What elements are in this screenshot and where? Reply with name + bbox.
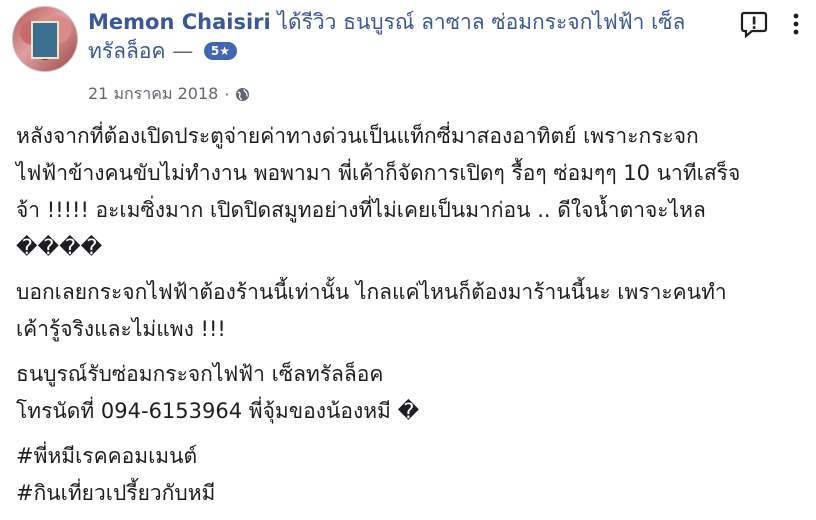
author-avatar[interactable] <box>12 6 78 72</box>
paragraph-2-line: เค้ารู้จริงและไม่แพง !!! <box>16 317 226 341</box>
post-body: หลังจากที่ต้องเปิดประตูจ่ายค่าทางด่วนเป็… <box>16 118 806 520</box>
paragraph-1-line: จ้า !!!!! อะเมซิ่งมาก เปิดปิดสมูทอย่างที… <box>16 198 706 222</box>
globe-icon <box>236 87 250 102</box>
phone-line: โทรนัดที่ 094-6153964 พี่จุ้มของน้องหมี … <box>16 399 420 423</box>
reviewed-page-link-continued[interactable]: ทรัลล็อค <box>88 39 166 63</box>
paragraph-1-line: หลังจากที่ต้องเปิดประตูจ่ายค่าทางด่วนเป็… <box>16 124 699 148</box>
avatar-image-detail <box>31 21 59 59</box>
paragraph-3: ธนบูรณ์รับซ่อมกระจกไฟฟ้า เซ็ลทรัลล็อค โท… <box>16 356 806 430</box>
paragraph-1-line: ไฟฟ้าข้างคนขับไม่ทำงาน พอพามา พี่เค้าก็จ… <box>16 161 741 185</box>
rating-badge: 5★ <box>203 42 238 60</box>
report-icon[interactable] <box>740 10 768 38</box>
paragraph-2: บอกเลยกระจกไฟฟ้าต้องร้านนี้เท่านั้น ไกลแ… <box>16 274 806 348</box>
review-post: Memon Chaisiri ได้รีวิว ธนบูรณ์ ลาซาล ซ่… <box>0 0 816 505</box>
paragraph-1: หลังจากที่ต้องเปิดประตูจ่ายค่าทางด่วนเป็… <box>16 118 806 266</box>
hashtag-link[interactable]: #กินเที่ยวเปรี้ยวกับหมี <box>16 475 806 512</box>
paragraph-1-line: ���� <box>16 235 103 259</box>
rating-dash: — <box>172 39 194 63</box>
post-meta: 21 มกราคม 2018 · <box>88 82 250 107</box>
reviewed-page-link[interactable]: ได้รีวิว ธนบูรณ์ ลาซาล ซ่อมกระจกไฟฟ้า เซ… <box>277 10 685 34</box>
meta-separator: · <box>224 85 230 104</box>
paragraph-2-line: บอกเลยกระจกไฟฟ้าต้องร้านนี้เท่านั้น ไกลแ… <box>16 280 727 304</box>
author-name-link[interactable]: Memon Chaisiri <box>88 10 271 34</box>
hashtag-link[interactable]: #พี่หมีเรคคอมเมนต์ <box>16 438 806 475</box>
shop-name-line: ธนบูรณ์รับซ่อมกระจกไฟฟ้า เซ็ลทรัลล็อค <box>16 362 384 386</box>
post-header: Memon Chaisiri ได้รีวิว ธนบูรณ์ ลาซาล ซ่… <box>88 8 728 66</box>
post-date[interactable]: 21 มกราคม 2018 <box>88 82 218 107</box>
more-vertical-icon[interactable] <box>784 12 808 36</box>
hashtags: #พี่หมีเรคคอมเมนต์ #กินเที่ยวเปรี้ยวกับห… <box>16 438 806 512</box>
